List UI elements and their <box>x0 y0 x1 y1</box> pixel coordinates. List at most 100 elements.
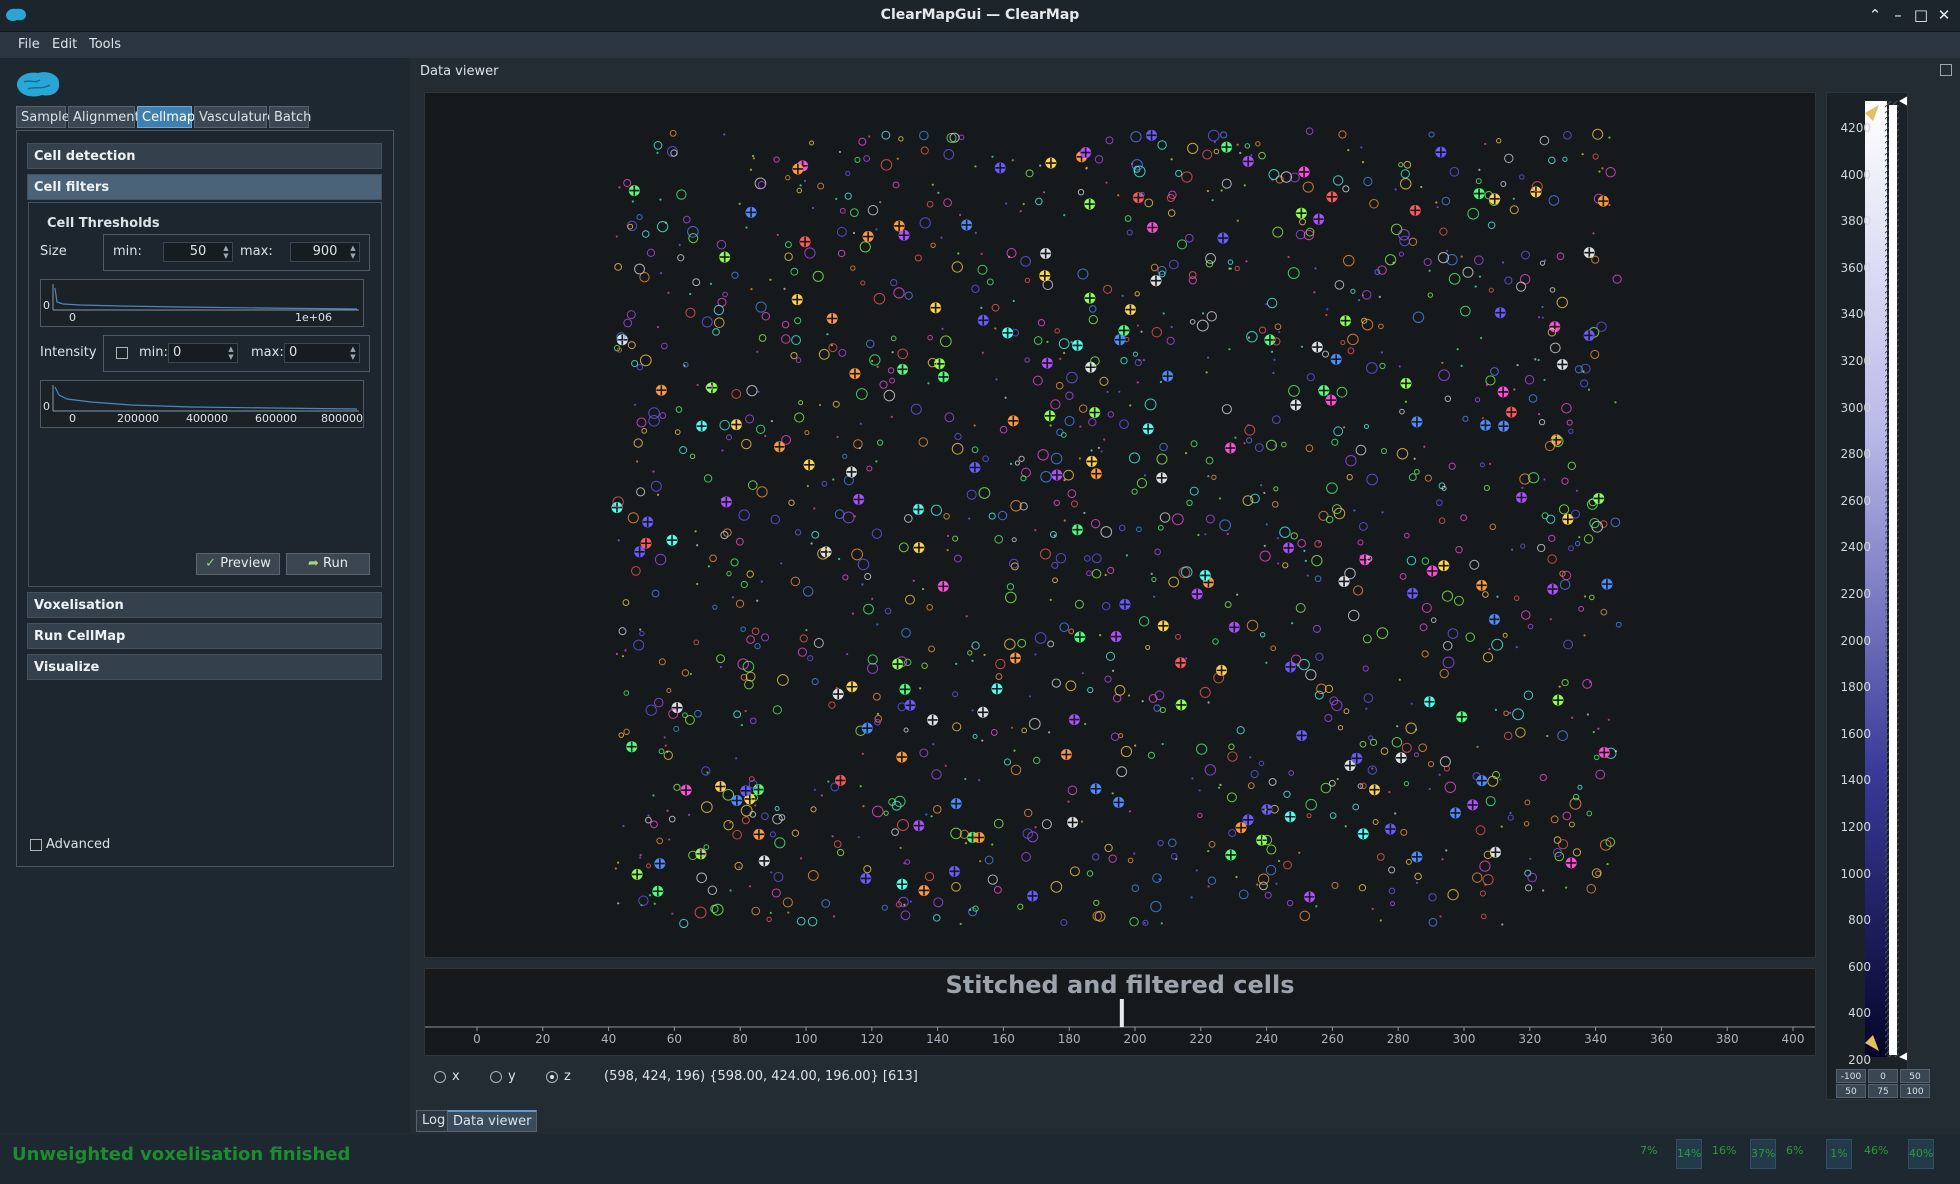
level-button[interactable]: 100 <box>1900 1084 1930 1098</box>
cell-outline <box>1593 754 1600 761</box>
cell-outline <box>696 872 707 884</box>
section-run-cellmap[interactable]: Run CellMap <box>27 623 382 649</box>
spin-arrows-icon[interactable]: ▲ ▼ <box>348 345 358 361</box>
cell-outline <box>1586 810 1593 817</box>
cell-outline <box>1600 608 1608 616</box>
detected-cell-marker <box>745 206 757 218</box>
cell-point <box>728 821 732 824</box>
level-button[interactable]: 50 <box>1900 1069 1930 1083</box>
cell-outline <box>1090 519 1101 529</box>
dock-title-label: Data viewer <box>420 64 499 79</box>
cell-thresholds-title: Cell Thresholds <box>47 216 160 231</box>
undock-icon[interactable] <box>1940 64 1952 76</box>
spin-arrows-icon[interactable]: ▲ ▼ <box>348 244 358 260</box>
timeline-tick-label: 40 <box>601 1032 616 1046</box>
cell-outline <box>781 334 791 344</box>
tab-batch[interactable]: Batch <box>269 106 311 128</box>
menu-file[interactable]: File <box>18 32 40 58</box>
minimize-window-icon[interactable]: – <box>1887 4 1909 26</box>
size-max-spinbox[interactable]: 900 ▲ ▼ <box>290 242 360 262</box>
cell-outline <box>842 511 855 524</box>
level-button[interactable]: 75 <box>1868 1084 1898 1098</box>
timeline-current-slice-marker[interactable] <box>1119 999 1124 1027</box>
detected-cell-marker <box>1476 579 1488 591</box>
cell-outline <box>1558 504 1570 515</box>
cell-outline <box>1527 623 1534 630</box>
cell-point <box>1601 167 1604 170</box>
detected-cell-marker <box>1313 213 1325 225</box>
cell-outline <box>997 510 1008 521</box>
tab-vasculature[interactable]: Vasculature <box>194 106 275 128</box>
maximize-window-icon[interactable]: □ <box>1910 4 1932 26</box>
cell-point <box>1099 633 1102 637</box>
cell-outline <box>1352 803 1360 811</box>
cell-outline <box>735 537 744 546</box>
cell-outline <box>1147 751 1156 759</box>
cell-outline <box>694 906 707 919</box>
detected-cell-marker <box>1080 147 1092 159</box>
level-button[interactable]: -100 <box>1836 1069 1866 1083</box>
cell-outline <box>709 554 717 563</box>
cell-outline <box>1228 743 1235 750</box>
level-button[interactable]: 50 <box>1836 1084 1866 1098</box>
section-visualize[interactable]: Visualize <box>27 654 382 680</box>
tab-sample[interactable]: Sample <box>16 106 70 128</box>
preview-button[interactable]: ✓ Preview <box>196 553 280 575</box>
close-window-icon[interactable]: ✕ <box>1933 4 1955 26</box>
cell-outline <box>1190 440 1198 448</box>
run-button[interactable]: ➦ Run <box>286 553 370 575</box>
image-viewer[interactable] <box>424 92 1816 958</box>
size-min-spinbox[interactable]: 50 ▲ ▼ <box>163 242 233 262</box>
cell-outline <box>1295 229 1306 240</box>
section-cell-filters[interactable]: Cell filters <box>27 174 382 200</box>
cell-outline <box>1496 138 1502 144</box>
cell-point <box>1378 295 1381 298</box>
tab-alignment[interactable]: Alignment <box>68 106 140 128</box>
cell-point <box>615 235 618 238</box>
cell-outline <box>1345 454 1357 467</box>
spin-arrows-icon[interactable]: ▲ ▼ <box>226 345 236 361</box>
cell-outline <box>1442 640 1453 651</box>
cell-point <box>1571 716 1574 719</box>
menu-edit[interactable]: Edit <box>52 32 77 58</box>
cell-outline <box>1279 526 1291 538</box>
cell-point <box>799 857 803 860</box>
section-cell-detection[interactable]: Cell detection <box>27 143 382 169</box>
intensity-min-spinbox[interactable]: 0 ▲ ▼ <box>168 343 238 363</box>
radio-x[interactable] <box>434 1071 446 1083</box>
cell-outline <box>1120 356 1128 365</box>
cell-point <box>1512 197 1515 200</box>
cell-point <box>1446 249 1449 252</box>
cell-outline <box>1421 602 1432 613</box>
intensity-enable-checkbox[interactable] <box>116 347 128 359</box>
tab-data-viewer[interactable]: Data viewer <box>447 1110 538 1132</box>
cell-point <box>1583 634 1586 637</box>
slice-timeline[interactable]: Stitched and filtered cells 0 20 40 60 80 100… <box>424 968 1816 1056</box>
cell-point <box>857 836 860 839</box>
spin-arrows-icon[interactable]: ▲ ▼ <box>221 244 231 260</box>
collapse-window-icon[interactable]: ⌃ <box>1864 4 1886 26</box>
cell-outline <box>633 639 645 651</box>
cell-point <box>1336 777 1339 781</box>
menu-tools[interactable]: Tools <box>89 32 121 58</box>
cell-point <box>1420 185 1423 189</box>
radio-y[interactable] <box>490 1071 502 1083</box>
cell-point <box>689 672 693 676</box>
detected-cell-marker <box>1040 247 1052 259</box>
cell-outline <box>1266 297 1278 309</box>
tab-cellmap[interactable]: Cellmap <box>137 106 195 128</box>
intensity-max-spinbox[interactable]: 0 ▲ ▼ <box>284 343 360 363</box>
cell-outline <box>853 439 863 449</box>
detected-cell-marker <box>652 885 664 897</box>
radio-z[interactable] <box>546 1071 558 1083</box>
level-button[interactable]: 0 <box>1868 1069 1898 1083</box>
cell-outline <box>951 881 961 892</box>
section-voxelisation[interactable]: Voxelisation <box>27 592 382 618</box>
advanced-checkbox[interactable] <box>30 839 42 851</box>
lut-tick-label: 3000 <box>1840 400 1871 415</box>
cell-outline <box>1273 486 1279 492</box>
radio-x-label: x <box>452 1069 460 1084</box>
cell-outline <box>1070 500 1078 508</box>
cell-outline <box>1314 575 1322 583</box>
tab-log[interactable]: Log <box>416 1110 452 1132</box>
